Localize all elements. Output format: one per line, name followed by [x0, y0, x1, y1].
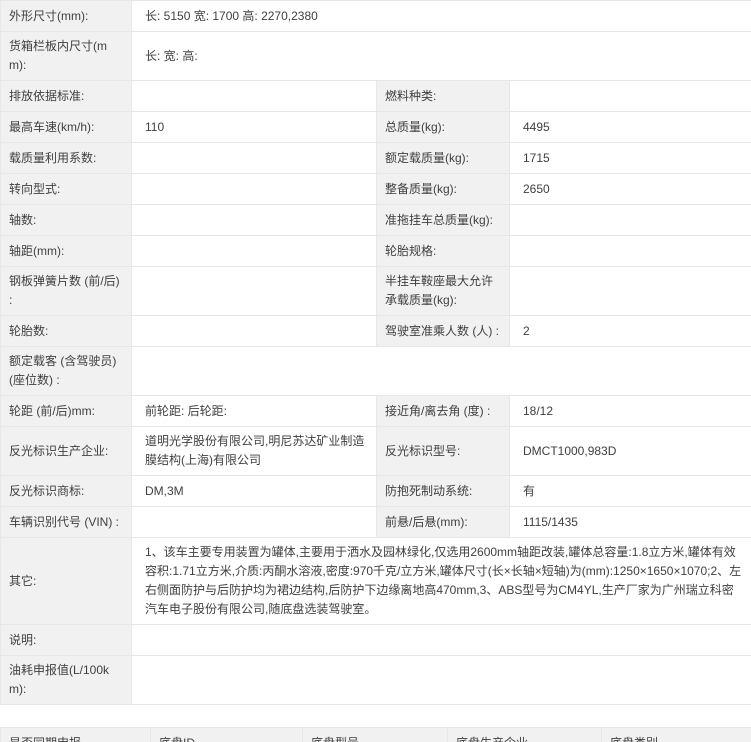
label-other: 其它:: [1, 538, 132, 625]
value-other: 1、该车主要专用装置为罐体,主要用于洒水及园林绿化,仅选用2600mm轴距改装,…: [132, 538, 751, 625]
value-fuel-type: [510, 81, 751, 112]
value-axle-count: [132, 205, 377, 236]
value-tire-count: [132, 316, 377, 347]
label-front-rear-overhang: 前悬/后悬(mm):: [377, 507, 510, 538]
value-remarks: [132, 625, 751, 656]
label-trailer-total-mass: 准拖挂车总质量(kg):: [377, 205, 510, 236]
table-row: 其它: 1、该车主要专用装置为罐体,主要用于洒水及园林绿化,仅选用2600mm轴…: [1, 538, 751, 625]
value-tire-spec: [510, 236, 751, 267]
label-fuel-consumption: 油耗申报值(L/100km):: [1, 656, 132, 705]
label-emission-standard: 排放依据标准:: [1, 81, 132, 112]
value-reflective-marking-brand: DM,3M: [132, 476, 377, 507]
table-row: 轴距(mm): 轮胎规格:: [1, 236, 751, 267]
value-reflective-marking-manufacturer: 道明光学股份有限公司,明尼苏达矿业制造膜结构(上海)有限公司: [132, 427, 377, 476]
header-chassis-category: 底盘类别: [602, 728, 751, 742]
value-emission-standard: [132, 81, 377, 112]
label-rated-passengers: 额定载客 (含驾驶员) (座位数) :: [1, 347, 132, 396]
table-row: 反光标识商标: DM,3M 防抱死制动系统: 有: [1, 476, 751, 507]
table-row: 货箱栏板内尺寸(mm): 长: 宽: 高:: [1, 32, 751, 81]
table-row: 轮胎数: 驾驶室准乘人数 (人) : 2: [1, 316, 751, 347]
header-chassis-model: 底盘型号: [303, 728, 448, 742]
label-reflective-marking-brand: 反光标识商标:: [1, 476, 132, 507]
label-steering-type: 转向型式:: [1, 174, 132, 205]
value-rated-load-mass: 1715: [510, 143, 751, 174]
table-row: 外形尺寸(mm): 长: 5150 宽: 1700 高: 2270,2380: [1, 1, 751, 32]
chassis-header-row: 是否同期申报 底盘ID 底盘型号 底盘生产企业 底盘类别: [1, 728, 751, 742]
table-row: 载质量利用系数: 额定载质量(kg): 1715: [1, 143, 751, 174]
value-curb-mass: 2650: [510, 174, 751, 205]
label-vin: 车辆识别代号 (VIN) :: [1, 507, 132, 538]
label-leaf-spring-count: 钢板弹簧片数 (前/后) :: [1, 267, 132, 316]
value-approach-departure-angle: 18/12: [510, 396, 751, 427]
value-max-speed: 110: [132, 112, 377, 143]
header-chassis-id: 底盘ID: [151, 728, 303, 742]
vehicle-spec-table: 外形尺寸(mm): 长: 5150 宽: 1700 高: 2270,2380 货…: [0, 0, 751, 705]
value-abs-system: 有: [510, 476, 751, 507]
label-total-mass: 总质量(kg):: [377, 112, 510, 143]
label-cab-passenger-count: 驾驶室准乘人数 (人) :: [377, 316, 510, 347]
table-row: 额定载客 (含驾驶员) (座位数) :: [1, 347, 751, 396]
header-chassis-manufacturer: 底盘生产企业: [448, 728, 602, 742]
section-gap: [0, 705, 751, 727]
value-track-front-rear: 前轮距: 后轮距:: [132, 396, 377, 427]
label-curb-mass: 整备质量(kg):: [377, 174, 510, 205]
table-row: 车辆识别代号 (VIN) : 前悬/后悬(mm): 1115/1435: [1, 507, 751, 538]
value-trailer-total-mass: [510, 205, 751, 236]
table-row: 反光标识生产企业: 道明光学股份有限公司,明尼苏达矿业制造膜结构(上海)有限公司…: [1, 427, 751, 476]
label-reflective-marking-manufacturer: 反光标识生产企业:: [1, 427, 132, 476]
table-row: 油耗申报值(L/100km):: [1, 656, 751, 705]
value-reflective-marking-model: DMCT1000,983D: [510, 427, 751, 476]
label-load-utilization-factor: 载质量利用系数:: [1, 143, 132, 174]
vehicle-spec-page: 外形尺寸(mm): 长: 5150 宽: 1700 高: 2270,2380 货…: [0, 0, 751, 742]
table-row: 钢板弹簧片数 (前/后) : 半挂车鞍座最大允许承载质量(kg):: [1, 267, 751, 316]
label-overall-dimensions: 外形尺寸(mm):: [1, 1, 132, 32]
table-row: 排放依据标准: 燃料种类:: [1, 81, 751, 112]
label-fuel-type: 燃料种类:: [377, 81, 510, 112]
label-remarks: 说明:: [1, 625, 132, 656]
table-row: 最高车速(km/h): 110 总质量(kg): 4495: [1, 112, 751, 143]
chassis-table: 是否同期申报 底盘ID 底盘型号 底盘生产企业 底盘类别 3252632 BJ1…: [0, 727, 751, 742]
table-row: 转向型式: 整备质量(kg): 2650: [1, 174, 751, 205]
value-front-rear-overhang: 1115/1435: [510, 507, 751, 538]
label-reflective-marking-model: 反光标识型号:: [377, 427, 510, 476]
value-rated-passengers: [132, 347, 751, 396]
value-steering-type: [132, 174, 377, 205]
value-wheelbase: [132, 236, 377, 267]
value-fuel-consumption: [132, 656, 751, 705]
value-leaf-spring-count: [132, 267, 377, 316]
table-row: 轴数: 准拖挂车总质量(kg):: [1, 205, 751, 236]
value-cargo-box-inner-dimensions: 长: 宽: 高:: [132, 32, 751, 81]
value-total-mass: 4495: [510, 112, 751, 143]
label-axle-count: 轴数:: [1, 205, 132, 236]
value-load-utilization-factor: [132, 143, 377, 174]
label-saddle-max-load: 半挂车鞍座最大允许承载质量(kg):: [377, 267, 510, 316]
label-cargo-box-inner-dimensions: 货箱栏板内尺寸(mm):: [1, 32, 132, 81]
label-approach-departure-angle: 接近角/离去角 (度) :: [377, 396, 510, 427]
label-abs-system: 防抱死制动系统:: [377, 476, 510, 507]
value-saddle-max-load: [510, 267, 751, 316]
label-tire-count: 轮胎数:: [1, 316, 132, 347]
label-max-speed: 最高车速(km/h):: [1, 112, 132, 143]
table-row: 说明:: [1, 625, 751, 656]
value-cab-passenger-count: 2: [510, 316, 751, 347]
value-vin: [132, 507, 377, 538]
table-row: 轮距 (前/后)mm: 前轮距: 后轮距: 接近角/离去角 (度) : 18/1…: [1, 396, 751, 427]
label-track-front-rear: 轮距 (前/后)mm:: [1, 396, 132, 427]
label-tire-spec: 轮胎规格:: [377, 236, 510, 267]
label-wheelbase: 轴距(mm):: [1, 236, 132, 267]
header-sync-declare: 是否同期申报: [1, 728, 151, 742]
value-overall-dimensions: 长: 5150 宽: 1700 高: 2270,2380: [132, 1, 751, 32]
label-rated-load-mass: 额定载质量(kg):: [377, 143, 510, 174]
